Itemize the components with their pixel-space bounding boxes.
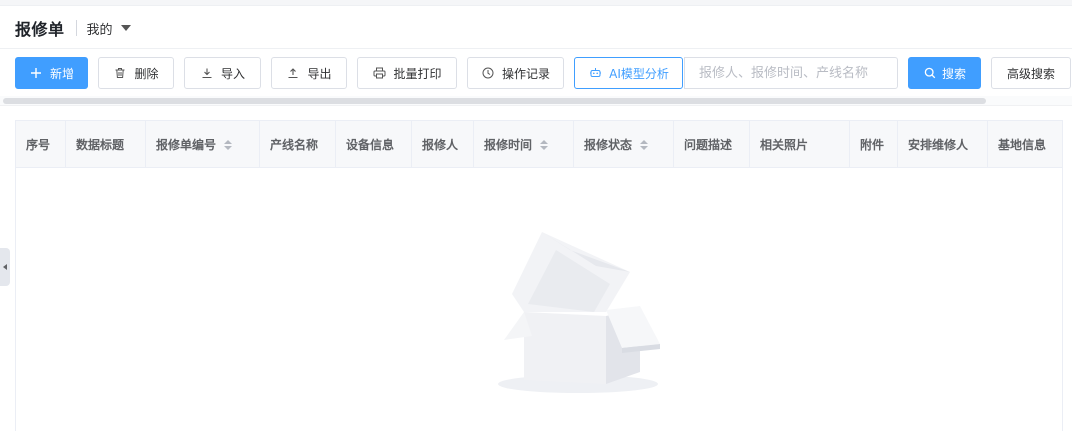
title-divider [75,20,77,36]
column-header-label: 产线名称 [270,138,319,152]
batch-print-button-label: 批量打印 [393,66,442,81]
batch-print-button[interactable]: 批量打印 [357,57,457,89]
table-header: 序号 数据标题 报修单编号 产线名称 设备信息 报修人 报修时间 报修状态 问题… [16,121,1062,168]
import-button[interactable]: 导入 [184,57,261,89]
column-header: 报修人 [412,121,474,168]
column-header[interactable]: 报修单编号 [146,121,260,168]
header-divider [0,48,1072,49]
upload-icon [286,66,300,80]
export-button-label: 导出 [307,66,332,81]
column-header-label: 报修单编号 [156,138,217,152]
column-header: 数据标题 [66,121,146,168]
column-header: 附件 [850,121,898,168]
view-selector-label: 我的 [86,22,113,38]
empty-box-icon [498,232,660,393]
view-selector[interactable]: 我的 [87,19,131,38]
column-header: 基地信息 [988,121,1062,168]
search-button-label: 搜索 [941,66,966,81]
printer-icon [372,66,386,80]
delete-button[interactable]: 删除 [98,57,174,89]
sort-icon[interactable] [640,139,649,150]
export-button[interactable]: 导出 [271,57,347,89]
download-icon [200,66,214,80]
column-header-label: 报修时间 [484,138,533,152]
column-header: 序号 [16,121,66,168]
column-header: 问题描述 [674,121,750,168]
add-button[interactable]: 新增 [15,57,88,89]
caret-down-icon [120,25,131,31]
column-header-label: 安排维修人 [908,138,969,152]
column-header-label: 设备信息 [346,138,395,152]
sort-icon[interactable] [540,139,549,150]
column-header[interactable]: 报修状态 [574,121,674,168]
column-header[interactable]: 报修时间 [474,121,574,168]
column-header-label: 问题描述 [684,138,733,152]
column-header-label: 数据标题 [76,138,125,152]
column-header-label: 报修状态 [584,138,633,152]
sidebar-toggle[interactable] [0,248,10,286]
column-header-label: 相关照片 [760,138,809,152]
horizontal-scrollbar-thumb[interactable] [3,98,986,104]
advanced-search-button-label: 高级搜索 [1006,66,1055,81]
sort-icon[interactable] [224,139,233,150]
toolbar: 新增 删除 导入 导出 批量打印 操作记录 AI模型分析 报修人、报修时间、产线… [0,57,1072,89]
plus-icon [29,66,43,80]
column-header-label: 附件 [860,138,885,152]
search-icon [923,66,937,80]
history-button-label: 操作记录 [501,66,550,81]
page: 报修单 我的 新增 删除 导入 导出 批量打印 操作记录 AI模型分析 报修人、… [0,0,1072,431]
caret-left-icon [3,264,7,270]
column-header: 安排维修人 [898,121,988,168]
top-strip [0,0,1072,6]
robot-icon [588,66,602,80]
page-header: 报修单 我的 [15,14,131,42]
clock-icon [481,66,495,80]
ai-analysis-button-label: AI模型分析 [609,66,669,81]
column-header: 设备信息 [336,121,412,168]
column-header-label: 报修人 [422,138,459,152]
ai-analysis-button[interactable]: AI模型分析 [574,57,683,89]
column-header: 相关照片 [750,121,850,168]
column-header-label: 序号 [26,138,51,152]
search-input[interactable] [684,57,898,89]
page-title: 报修单 [15,20,65,39]
history-button[interactable]: 操作记录 [467,57,564,89]
column-header-label: 基地信息 [998,138,1047,152]
import-button-label: 导入 [220,66,245,81]
trash-icon [113,66,127,80]
add-button-label: 新增 [49,66,74,81]
delete-button-label: 删除 [134,66,159,81]
column-header: 产线名称 [260,121,336,168]
advanced-search-button[interactable]: 高级搜索 [991,57,1071,89]
search-button[interactable]: 搜索 [908,57,981,89]
